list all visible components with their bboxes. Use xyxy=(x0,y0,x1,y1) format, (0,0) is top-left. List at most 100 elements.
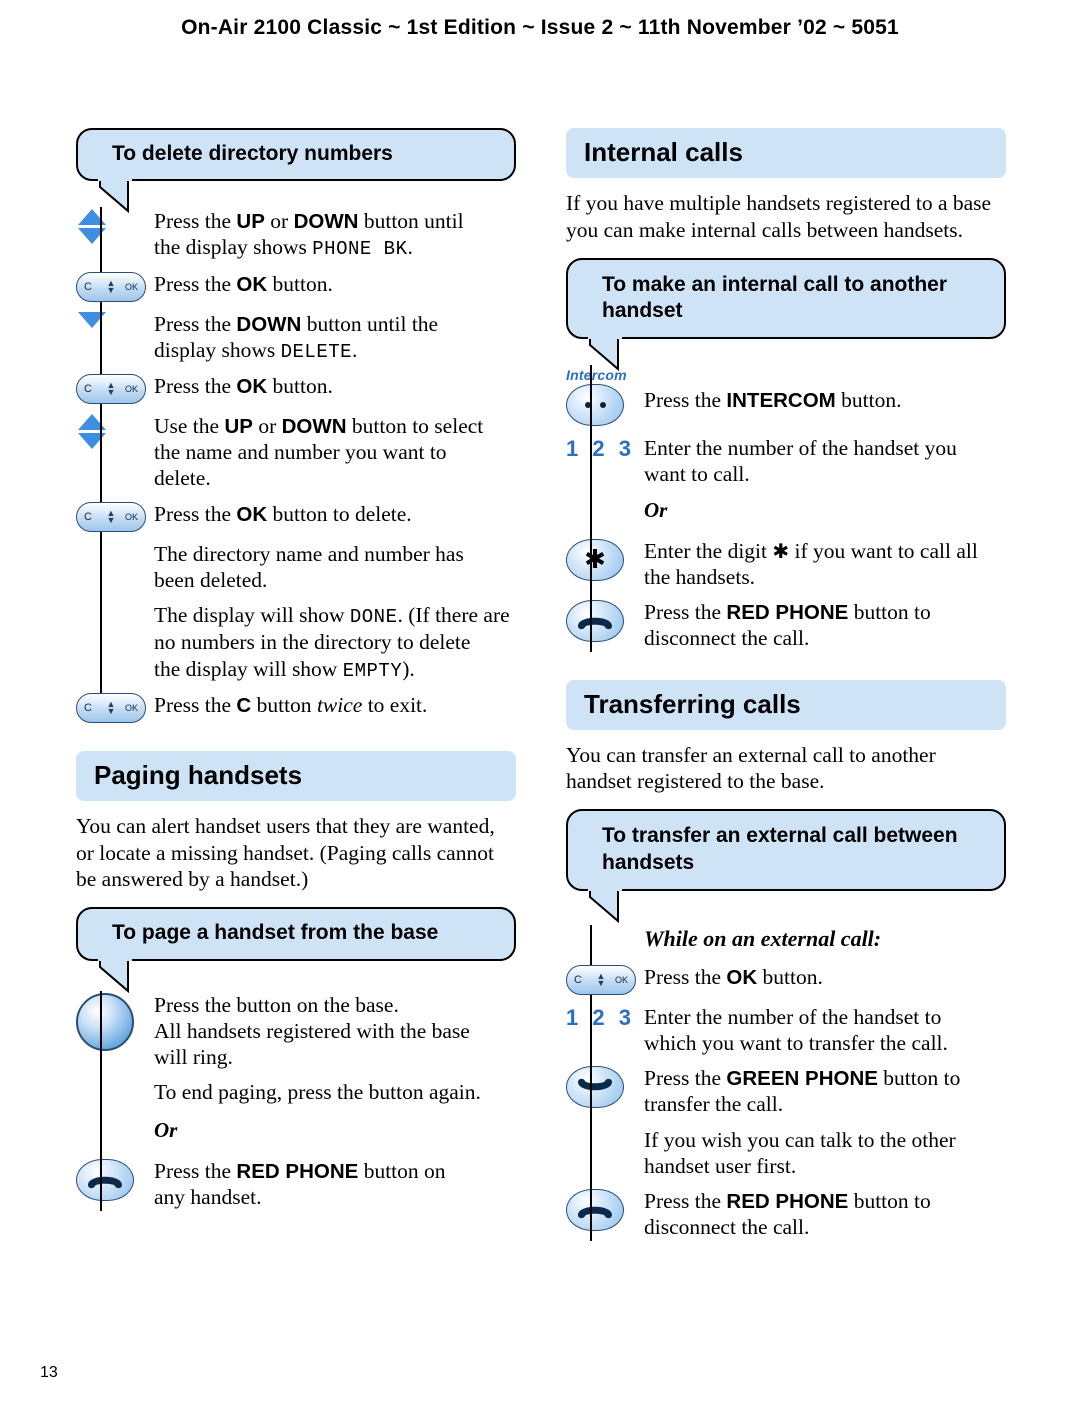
step-icon-slot: C ▲ ▼ OK xyxy=(76,500,154,532)
steps-transfer-call: While on an external call: C ▲ ▼ OK Press t… xyxy=(566,924,1006,1241)
step-icon-slot: 1 2 3 xyxy=(566,434,644,462)
keypad-123-icon: 1 2 3 xyxy=(566,436,635,462)
step-icon-slot xyxy=(76,207,154,245)
step-icon-slot xyxy=(76,1116,154,1118)
step-icon-slot xyxy=(76,1157,154,1202)
paging-intro-text: You can alert handset users that they ar… xyxy=(76,813,495,892)
step-icon-slot xyxy=(76,540,154,542)
step-text: The display will show DONE. (If there ar… xyxy=(154,603,510,682)
step-item: To end paging, press the button again. xyxy=(76,1078,516,1108)
step-item: Press the DOWN button until the display s… xyxy=(76,310,516,364)
step-item: C ▲ ▼ OK Press the OK button. xyxy=(76,372,516,405)
step-icon-slot: C ▲ ▼ OK xyxy=(566,963,644,995)
step-icon-slot: 1 2 3 xyxy=(566,1003,644,1031)
up-down-arrow-icon xyxy=(76,414,118,450)
step-text: If you wish you can talk to the other han… xyxy=(644,1127,956,1178)
step-text: Press the RED PHONE button to disconnect … xyxy=(644,1189,931,1240)
step-text: Press the OK button. xyxy=(154,374,333,399)
external-call-note: While on an external call: xyxy=(644,925,882,951)
keypad-123-icon: 1 2 3 xyxy=(566,1004,635,1030)
step-icon-slot xyxy=(76,601,154,603)
step-item: Press the button on the base. All handset… xyxy=(76,991,516,1071)
step-item: 1 2 3 Enter the number of the handset to… xyxy=(566,1003,1006,1056)
step-item: Use the UP or DOWN button to select the n… xyxy=(76,412,516,492)
red-phone-icon xyxy=(76,1159,134,1202)
step-text: Press the OK button to delete. xyxy=(154,501,412,526)
green-phone-icon xyxy=(566,1066,624,1109)
heading-internal-calls: Internal calls xyxy=(566,128,1006,178)
step-text: Press the UP or DOWN button until the dis… xyxy=(154,209,464,261)
step-item: ✱ Enter the digit ✱ if you want to call … xyxy=(566,537,1006,590)
step-item: Press the RED PHONE button to disconnect … xyxy=(566,598,1006,651)
page-number: 13 xyxy=(40,1364,58,1381)
subheading-make-internal-call: To make an internal call to another hand… xyxy=(566,257,1006,372)
subheading-label: To page a handset from the base xyxy=(112,921,439,945)
step-rail xyxy=(590,365,592,652)
step-item: Press the RED PHONE button on any handset… xyxy=(76,1157,516,1210)
step-text: Press the RED PHONE button to disconnect … xyxy=(644,600,931,651)
step-item: The display will show DONE. (If there ar… xyxy=(76,601,516,683)
step-text: Enter the number of the handset to which … xyxy=(644,1004,948,1056)
step-text: Enter the number of the handset you want … xyxy=(644,436,957,487)
step-text: Press the button on the base. All handset… xyxy=(154,992,470,1069)
step-text: Press the OK button. xyxy=(154,271,333,296)
right-column: Internal calls If you have multiple hand… xyxy=(566,128,1006,1249)
subheading-delete-directory-numbers: To delete directory numbers xyxy=(76,128,516,214)
step-text: The directory name and number has been de… xyxy=(154,541,464,592)
step-text: Press the OK button. xyxy=(644,964,823,989)
intercom-icon-label: Intercom xyxy=(566,367,627,384)
step-item: C ▲ ▼ OK Press the C button twice to exit. xyxy=(76,691,516,723)
step-rail xyxy=(100,990,102,1211)
step-item: Intercom Press the INTERCOM button. xyxy=(566,365,1006,427)
base-button-icon xyxy=(76,992,134,1051)
heading-tail xyxy=(588,888,648,923)
step-item: 1 2 3 Enter the number of the handset yo… xyxy=(566,434,1006,487)
or-label: Or xyxy=(154,1118,178,1143)
red-phone-icon xyxy=(566,1189,624,1232)
heading-tail xyxy=(98,958,158,993)
step-text: Press the INTERCOM button. xyxy=(644,388,902,413)
step-icon-slot: Intercom xyxy=(566,365,644,427)
star-key-icon: ✱ xyxy=(566,538,624,581)
step-text: Press the C button twice to exit. xyxy=(154,692,428,717)
step-item: The directory name and number has been de… xyxy=(76,540,516,593)
transferring-intro-text: You can transfer an external call to ano… xyxy=(566,742,936,794)
step-icon-slot: C ▲ ▼ OK xyxy=(76,372,154,405)
step-text: Press the GREEN PHONE button to transfer … xyxy=(644,1066,961,1117)
step-icon-slot xyxy=(566,1064,644,1109)
left-column: To delete directory numbers Press the UP… xyxy=(76,128,516,1219)
step-item: C ▲ ▼ OK Press the OK button to delete. xyxy=(76,500,516,532)
step-item: C ▲ ▼ OK Press the OK button. xyxy=(566,963,1006,995)
step-text: Use the UP or DOWN button to select the n… xyxy=(154,414,484,491)
steps-page-handset: Press the button on the base. All handset… xyxy=(76,990,516,1211)
up-down-arrow-icon xyxy=(76,209,118,245)
intercom-button-icon xyxy=(566,384,624,427)
step-item: Press the GREEN PHONE button to transfer … xyxy=(566,1064,1006,1117)
subheading-page-handset-from-base: To page a handset from the base xyxy=(76,907,516,993)
step-icon-slot xyxy=(566,925,644,927)
or-label: Or xyxy=(644,497,668,522)
subheading-label: To make an internal call to another hand… xyxy=(602,272,948,322)
page-header: On-Air 2100 Classic ~ 1st Edition ~ Issu… xyxy=(181,16,899,39)
step-icon-slot xyxy=(566,1126,644,1128)
steps-delete-directory: Press the UP or DOWN button until the dis… xyxy=(76,207,516,723)
step-icon-slot: ✱ xyxy=(566,537,644,581)
step-icon-slot xyxy=(566,496,644,498)
step-item-or: Or xyxy=(76,1116,516,1149)
subheading-transfer-external-call: To transfer an external call between han… xyxy=(566,809,1006,923)
ok-button-icon: C ▲ ▼ OK xyxy=(566,964,636,995)
heading-paging-handsets: Paging handsets xyxy=(76,750,516,801)
down-arrow-icon xyxy=(76,311,118,328)
ok-button-icon: C ▲ ▼ OK xyxy=(76,501,146,532)
step-icon-slot: C ▲ ▼ OK xyxy=(76,270,154,302)
step-icon-slot xyxy=(76,310,154,328)
step-item: Press the UP or DOWN button until the dis… xyxy=(76,207,516,261)
step-text: Press the DOWN button until the display s… xyxy=(154,311,439,363)
ok-button-icon: C ▲ ▼ OK xyxy=(76,374,146,405)
step-icon-slot: C ▲ ▼ OK xyxy=(76,691,154,723)
step-note: While on an external call: xyxy=(566,925,1006,955)
step-item: If you wish you can talk to the other han… xyxy=(566,1126,1006,1179)
steps-internal-call: Intercom Press the INTERCOM button. 1 2 … xyxy=(566,365,1006,652)
step-item: C ▲ ▼ OK Press the OK button. xyxy=(76,270,516,302)
step-icon-slot xyxy=(76,412,154,450)
